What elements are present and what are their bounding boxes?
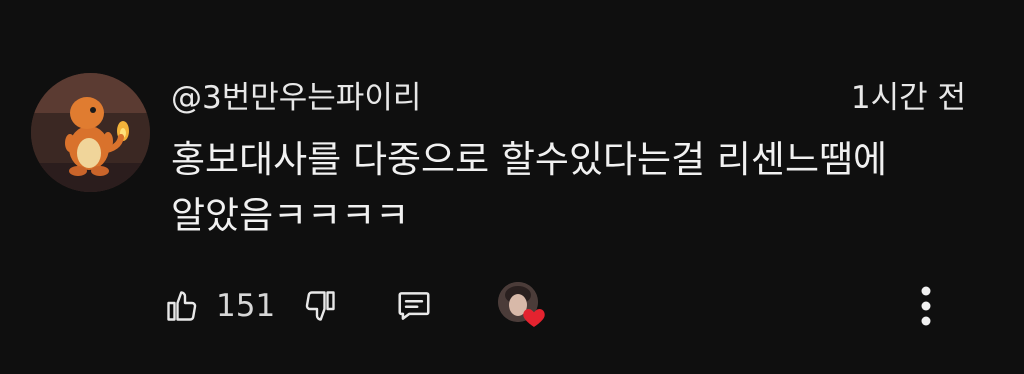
charmander-avatar-image [31, 73, 150, 192]
author-avatar[interactable] [31, 73, 150, 192]
thumbs-up-icon [167, 291, 197, 321]
author-name[interactable]: @3번만우는파이리 [171, 78, 421, 118]
thumbs-down-icon [305, 291, 335, 321]
more-options-button[interactable] [906, 278, 946, 334]
comment-timestamp[interactable]: 1시간 전 [851, 78, 966, 118]
comment-body: 홍보대사를 다중으로 할수있다는걸 리센느땜에 알았음ㅋㅋㅋㅋ [171, 138, 888, 237]
creator-heart-badge [498, 282, 546, 330]
dislike-button[interactable] [300, 278, 340, 334]
comment-thread: @3번만우는파이리 1시간 전 홍보대사를 다중으로 할수있다는걸 리센느땜에 … [0, 0, 1024, 374]
reply-icon [398, 292, 430, 320]
comment-action-bar: 151 [160, 278, 960, 334]
like-button[interactable] [162, 278, 202, 334]
heart-icon [523, 309, 545, 327]
like-count: 151 [216, 288, 276, 324]
reply-button[interactable] [394, 278, 434, 334]
more-vertical-icon [921, 286, 931, 326]
